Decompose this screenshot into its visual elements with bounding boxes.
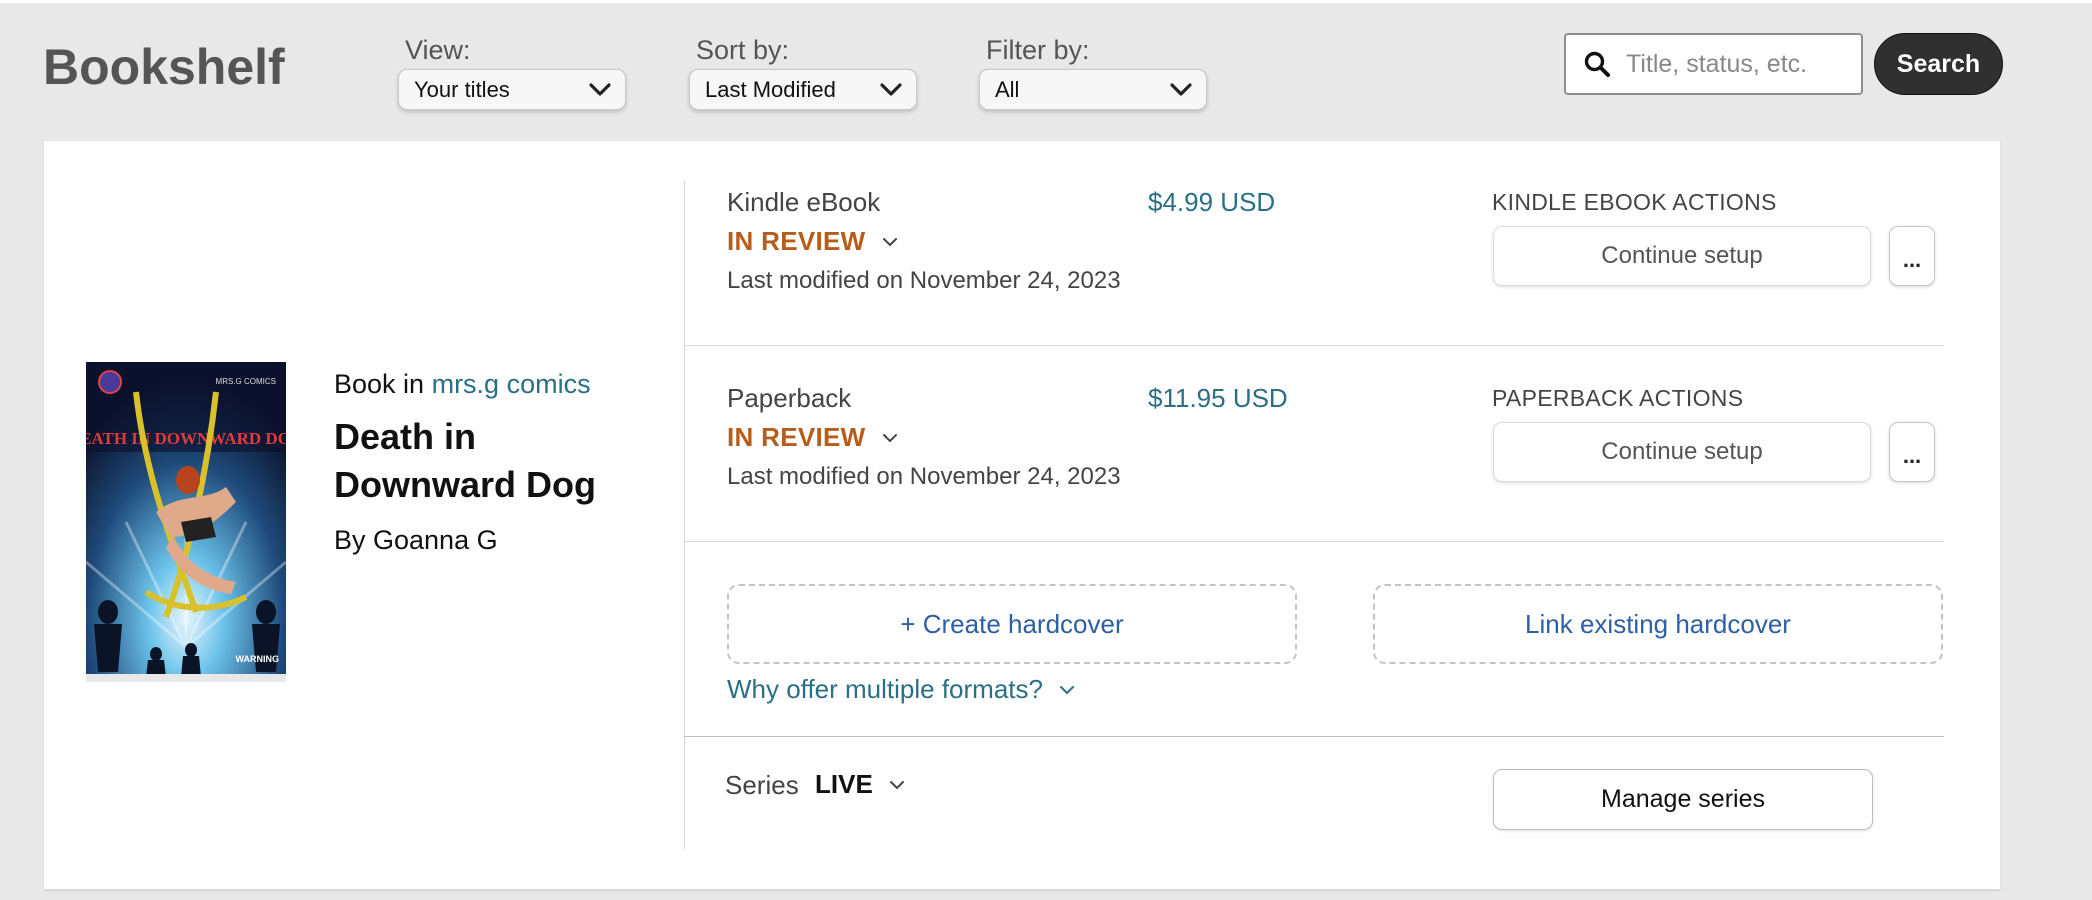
why-multiple-formats-link[interactable]: Why offer multiple formats? [727, 674, 1075, 705]
sort-select-value: Last Modified [705, 76, 836, 102]
book-cover-image: MRS.G COMICS DEATH IN DOWNWARD DOG [86, 362, 286, 682]
continue-setup-button[interactable]: Continue setup [1493, 422, 1871, 482]
vertical-divider [684, 181, 685, 849]
format-price: $4.99 USD [1148, 187, 1276, 217]
chevron-down-icon [589, 82, 611, 96]
format-price: $11.95 USD [1148, 383, 1288, 413]
series-label: Series [725, 770, 799, 800]
link-hardcover-button[interactable]: Link existing hardcover [1373, 584, 1943, 664]
filter-select[interactable]: All [979, 69, 1207, 110]
book-in-label: Book in [334, 369, 425, 399]
more-actions-button[interactable]: ... [1889, 226, 1935, 286]
sort-control: Sort by: Last Modified [689, 34, 917, 110]
filter-label: Filter by: [986, 35, 1090, 65]
top-border [0, 0, 2092, 3]
cover-title-text: DEATH IN DOWNWARD DOG [86, 429, 286, 448]
cover-top-text: MRS.G COMICS [216, 377, 276, 386]
continue-setup-button[interactable]: Continue setup [1493, 226, 1871, 286]
actions-label: KINDLE EBOOK ACTIONS [1492, 189, 1777, 215]
filter-select-value: All [995, 76, 1020, 102]
book-author: By Goanna G [334, 525, 498, 555]
series-status-text: LIVE [815, 769, 873, 799]
row-divider [684, 541, 1944, 542]
view-select-value: Your titles [414, 76, 510, 102]
search-icon [1584, 51, 1610, 77]
view-label: View: [405, 35, 471, 65]
book-series-line: Book in mrs.g comics [334, 369, 591, 400]
chevron-down-icon [889, 780, 904, 789]
search-box [1564, 33, 1863, 95]
chevron-down-icon [1170, 82, 1192, 96]
sort-label: Sort by: [696, 35, 790, 65]
status-text: IN REVIEW [727, 226, 866, 256]
book-title[interactable]: Death in Downward Dog [334, 413, 664, 509]
row-divider [684, 345, 1944, 346]
status-badge[interactable]: IN REVIEW [727, 226, 898, 257]
book-cover[interactable]: MRS.G COMICS DEATH IN DOWNWARD DOG [86, 362, 286, 682]
search-button[interactable]: Search [1874, 33, 2003, 95]
book-card: MRS.G COMICS DEATH IN DOWNWARD DOG [44, 141, 2000, 890]
status-text: IN REVIEW [727, 422, 866, 452]
series-divider [684, 736, 1944, 737]
status-badge[interactable]: IN REVIEW [727, 422, 898, 453]
view-control: View: Your titles [398, 34, 626, 110]
chevron-down-icon [882, 433, 897, 442]
why-link-text: Why offer multiple formats? [727, 674, 1043, 704]
chevron-down-icon [1059, 685, 1074, 694]
series-status[interactable]: LIVE [815, 769, 905, 800]
chevron-down-icon [882, 237, 897, 246]
actions-label: PAPERBACK ACTIONS [1492, 385, 1744, 411]
series-link[interactable]: mrs.g comics [432, 369, 591, 399]
chevron-down-icon [880, 82, 902, 96]
sort-select[interactable]: Last Modified [689, 69, 917, 110]
page-title: Bookshelf [43, 39, 285, 95]
create-hardcover-button[interactable]: + Create hardcover [727, 584, 1297, 664]
format-name: Kindle eBook [727, 187, 881, 217]
more-actions-button[interactable]: ... [1889, 422, 1935, 482]
card-bottom-border [44, 889, 2000, 891]
last-modified: Last modified on November 24, 2023 [727, 463, 1121, 490]
last-modified: Last modified on November 24, 2023 [727, 267, 1121, 294]
cover-warning-text: WARNING [236, 654, 280, 664]
search-input[interactable] [1626, 49, 1846, 79]
view-select[interactable]: Your titles [398, 69, 626, 110]
format-name: Paperback [727, 383, 852, 413]
filter-control: Filter by: All [979, 34, 1207, 110]
manage-series-button[interactable]: Manage series [1493, 769, 1873, 830]
